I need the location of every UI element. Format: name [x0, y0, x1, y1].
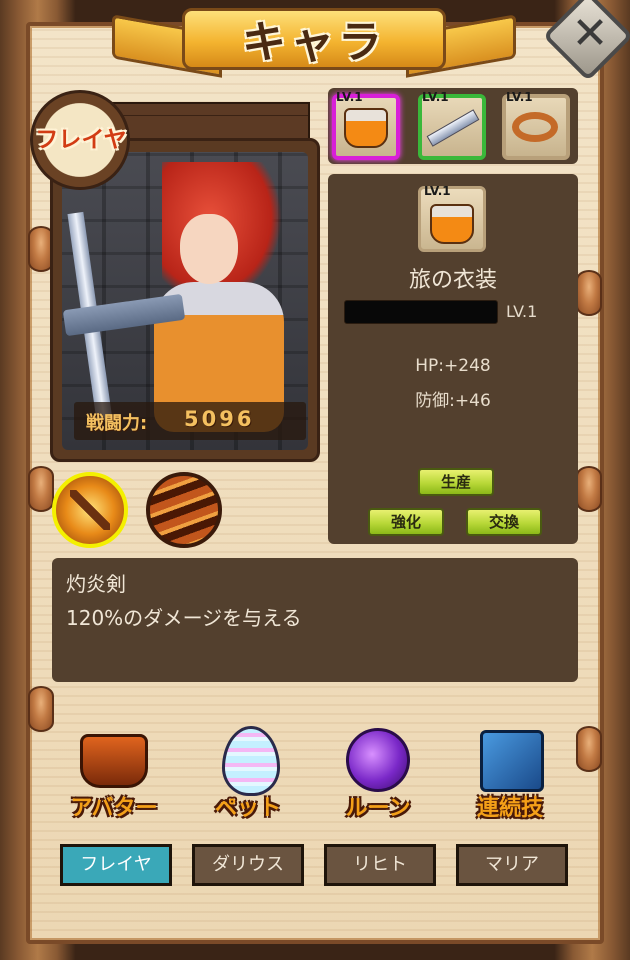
menu-label: ペット [214, 796, 281, 821]
slot-level: LV.1 [336, 90, 363, 104]
log-decoration [576, 270, 602, 316]
menu-label: ルーン [345, 796, 411, 821]
character-face [180, 214, 238, 284]
dress-icon [344, 108, 388, 148]
produce-button[interactable]: 生産 [418, 468, 494, 496]
enhance-button[interactable]: 強化 [368, 508, 444, 536]
selected-item-level: LV.1 [506, 302, 538, 321]
tab-darius[interactable]: ダリウス [192, 844, 304, 886]
page-title: キャラ [242, 17, 386, 68]
log-decoration [28, 466, 54, 512]
selected-item-level-badge: LV.1 [424, 184, 451, 198]
slot-level: LV.1 [506, 90, 533, 104]
skill-description: 120%のダメージを与える [66, 606, 302, 630]
power-label: 戦闘力: [86, 413, 148, 434]
log-decoration [576, 466, 602, 512]
menu-avatar[interactable]: アバター [54, 726, 174, 822]
menu-combo[interactable]: 連続技 [450, 726, 570, 822]
menu-rune[interactable]: ルーン [318, 726, 438, 822]
log-decoration [28, 686, 54, 732]
rune-icon [346, 728, 410, 792]
menu-pet[interactable]: ペット [188, 726, 308, 822]
selected-item-name: 旅の衣装 [408, 268, 497, 293]
skill-flame-sword-icon[interactable] [52, 472, 128, 548]
character-name: フレイヤ [35, 127, 127, 153]
skill-name: 灼炎剣 [66, 572, 126, 596]
egg-icon [222, 726, 280, 796]
exp-bar [344, 300, 498, 324]
tab-freya[interactable]: フレイヤ [60, 844, 172, 886]
log-decoration [576, 726, 602, 772]
menu-label: アバター [70, 796, 158, 821]
ring-icon [512, 112, 558, 142]
tab-licht[interactable]: リヒト [324, 844, 436, 886]
dress-icon [430, 204, 474, 244]
crossed-swords-icon [70, 490, 110, 530]
slot-level: LV.1 [422, 90, 449, 104]
skill-fire-orb-icon[interactable] [146, 472, 222, 548]
close-x-icon[interactable]: ✕ [568, 8, 612, 60]
menu-label: 連続技 [476, 796, 543, 821]
name-bar [110, 102, 310, 142]
exchange-button[interactable]: 交換 [466, 508, 542, 536]
stat-defense: 防御:+46 [415, 391, 491, 411]
stat-hp: HP:+248 [415, 356, 491, 376]
armor-icon [80, 734, 148, 788]
power-value: 5096 [184, 407, 255, 431]
tab-maria[interactable]: マリア [456, 844, 568, 886]
book-icon [480, 730, 544, 792]
title-banner: キャラ [112, 2, 516, 82]
